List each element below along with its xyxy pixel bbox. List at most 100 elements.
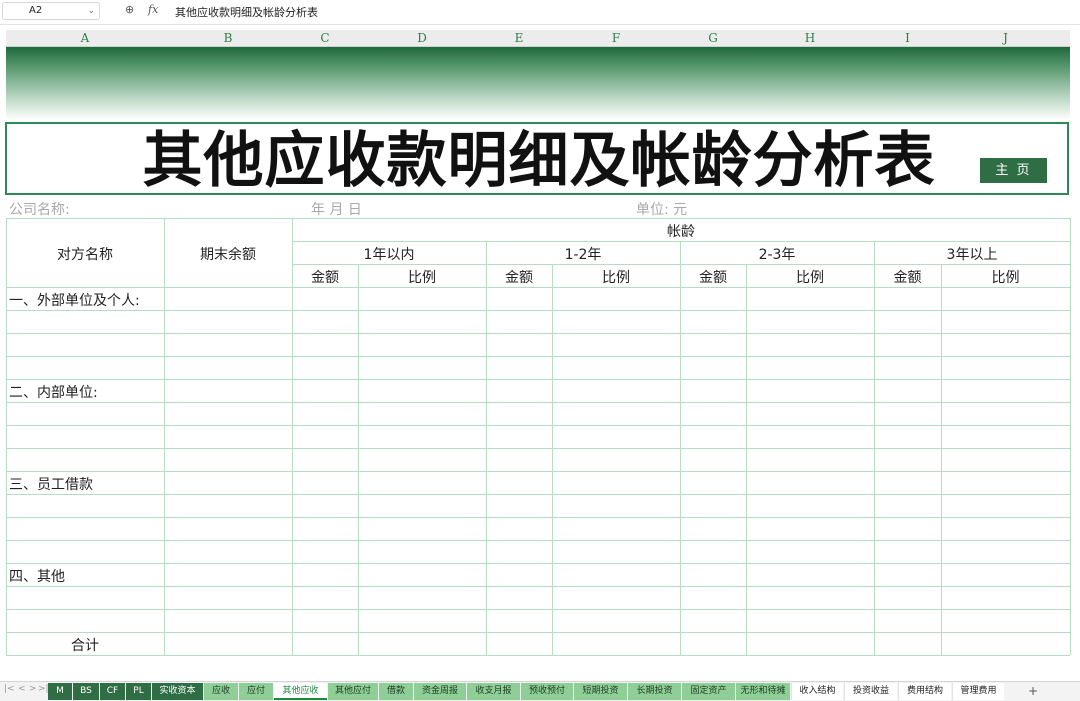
grid-line [6, 494, 1070, 495]
cell-reference: A2 [29, 5, 43, 16]
sheet-tab[interactable]: 费用结构 [898, 683, 951, 700]
next-sheet-icon[interactable]: > [29, 684, 37, 694]
aging-group-2: 1-2年 [564, 247, 602, 263]
sheet-tab[interactable]: M [48, 683, 72, 700]
unit-label: 单位: 元 [636, 202, 688, 218]
first-sheet-icon[interactable]: |< [4, 684, 15, 694]
column-letter-a[interactable]: A [6, 30, 164, 46]
column-letter-d[interactable]: D [358, 30, 486, 46]
grid-line [6, 356, 1070, 357]
grid-line [6, 379, 1070, 380]
column-letter-e[interactable]: E [486, 30, 552, 46]
grid-line [486, 241, 487, 655]
prev-sheet-icon[interactable]: < [18, 684, 26, 694]
name-box[interactable]: A2 ⌄ [2, 2, 100, 20]
sheet-tab[interactable]: 实收资本 [152, 683, 203, 700]
section-label: 三、员工借款 [9, 477, 93, 493]
home-button[interactable]: 主 页 [980, 158, 1047, 183]
grid-line [6, 632, 1070, 633]
grid-line [6, 425, 1070, 426]
subheader-amount: 金额 [311, 270, 339, 286]
sheet-tab[interactable]: 预收预付 [521, 683, 573, 700]
formula-input[interactable]: 其他应收款明细及帐龄分析表 [175, 4, 318, 20]
column-letter-b[interactable]: B [164, 30, 292, 46]
column-letter-c[interactable]: C [292, 30, 358, 46]
title-cell[interactable]: 其他应收款明细及帐龄分析表 [5, 122, 1069, 196]
grid-line [6, 586, 1070, 587]
sheet-tab[interactable]: 借款 [379, 683, 413, 700]
header-counterparty: 对方名称 [57, 247, 113, 263]
column-header: ABCDEFGHIJ [6, 30, 1070, 47]
grid-line [6, 471, 1070, 472]
chevron-down-icon[interactable]: ⌄ [87, 3, 95, 19]
sheet-tab[interactable]: 固定资产 [682, 683, 735, 700]
grid-line [6, 540, 1070, 541]
subheader-ratio: 比例 [991, 270, 1020, 286]
sheet-tab[interactable]: 收入结构 [791, 683, 843, 700]
aging-group-3: 2-3年 [758, 247, 796, 263]
subheader-amount: 金额 [893, 270, 922, 286]
column-letter-f[interactable]: F [552, 30, 680, 46]
aging-group-1: 1年以内 [363, 247, 415, 263]
grid-line [6, 655, 1070, 656]
sheet-tab[interactable]: BS [73, 683, 99, 700]
sheet-tab[interactable]: 应收 [204, 683, 238, 700]
header-balance: 期末余额 [200, 247, 256, 263]
sheet-tab[interactable]: 无形和待摊 [736, 683, 790, 700]
aging-group-4: 3年以上 [946, 247, 998, 263]
grid-line [746, 264, 747, 655]
subheader-amount: 金额 [505, 270, 533, 286]
grid-line [680, 241, 681, 655]
last-sheet-icon[interactable]: >| [38, 684, 49, 694]
subheader-ratio: 比例 [602, 270, 630, 286]
sheet-tab[interactable]: 应付 [239, 683, 273, 700]
grid-line [874, 241, 875, 655]
page-title: 其他应收款明细及帐龄分析表 [142, 126, 936, 196]
grid-line [6, 402, 1070, 403]
subheader-ratio: 比例 [408, 270, 436, 286]
grid-line [6, 448, 1070, 449]
grid-line [6, 310, 1070, 311]
sheet-tab[interactable]: 管理费用 [952, 683, 1004, 700]
section-label: 四、其他 [9, 569, 65, 585]
grid-line [1070, 218, 1071, 655]
header-aging: 帐龄 [667, 224, 695, 240]
grid-line [6, 609, 1070, 610]
column-letter-j[interactable]: J [941, 30, 1070, 46]
subheader-amount: 金额 [699, 270, 727, 286]
column-letter-h[interactable]: H [746, 30, 874, 46]
subheader-ratio: 比例 [796, 270, 824, 286]
grid-line [6, 563, 1070, 564]
grid-line [552, 264, 553, 655]
section-label: 一、外部单位及个人: [9, 293, 140, 309]
grid-line [6, 333, 1070, 334]
sheet-tab[interactable]: 其他应付 [328, 683, 378, 700]
sheet-tab[interactable]: 资金周报 [414, 683, 466, 700]
grid-line [292, 264, 1070, 265]
grid-line [6, 517, 1070, 518]
column-letter-g[interactable]: G [680, 30, 746, 46]
company-name-label: 公司名称: [9, 202, 70, 218]
section-label: 二、内部单位: [9, 385, 98, 401]
add-sheet-button[interactable]: + [1026, 683, 1040, 700]
sheet-tab[interactable]: 短期投资 [574, 683, 627, 700]
date-label: 年 月 日 [311, 202, 362, 218]
sheet-tab-bar: |< < > >| + M BS CF PL 实收资本 应收 应付 其他应收 其他应付 借款 资金周… [0, 681, 1080, 701]
sheet-tab[interactable]: 其他应收 [274, 683, 327, 700]
function-icon[interactable]: fx [148, 3, 158, 16]
column-letter-i[interactable]: I [874, 30, 941, 46]
sheet-tab[interactable]: CF [100, 683, 125, 700]
total-label: 合计 [71, 638, 99, 654]
sheet-tab[interactable]: 投资收益 [844, 683, 897, 700]
grid-line [6, 218, 1070, 219]
grid-line [164, 218, 165, 655]
zoom-icon[interactable]: ⊕ [125, 3, 134, 16]
sheet-tab[interactable]: 收支月报 [467, 683, 520, 700]
sheet-tab[interactable]: 长期投资 [628, 683, 681, 700]
sheet-tab[interactable]: PL [126, 683, 151, 700]
grid-line [941, 264, 942, 655]
grid-line [358, 264, 359, 655]
grid-line [292, 241, 1070, 242]
grid-line [6, 218, 7, 655]
formula-bar: A2 ⌄ ⊕ fx 其他应收款明细及帐龄分析表 [0, 0, 1080, 25]
